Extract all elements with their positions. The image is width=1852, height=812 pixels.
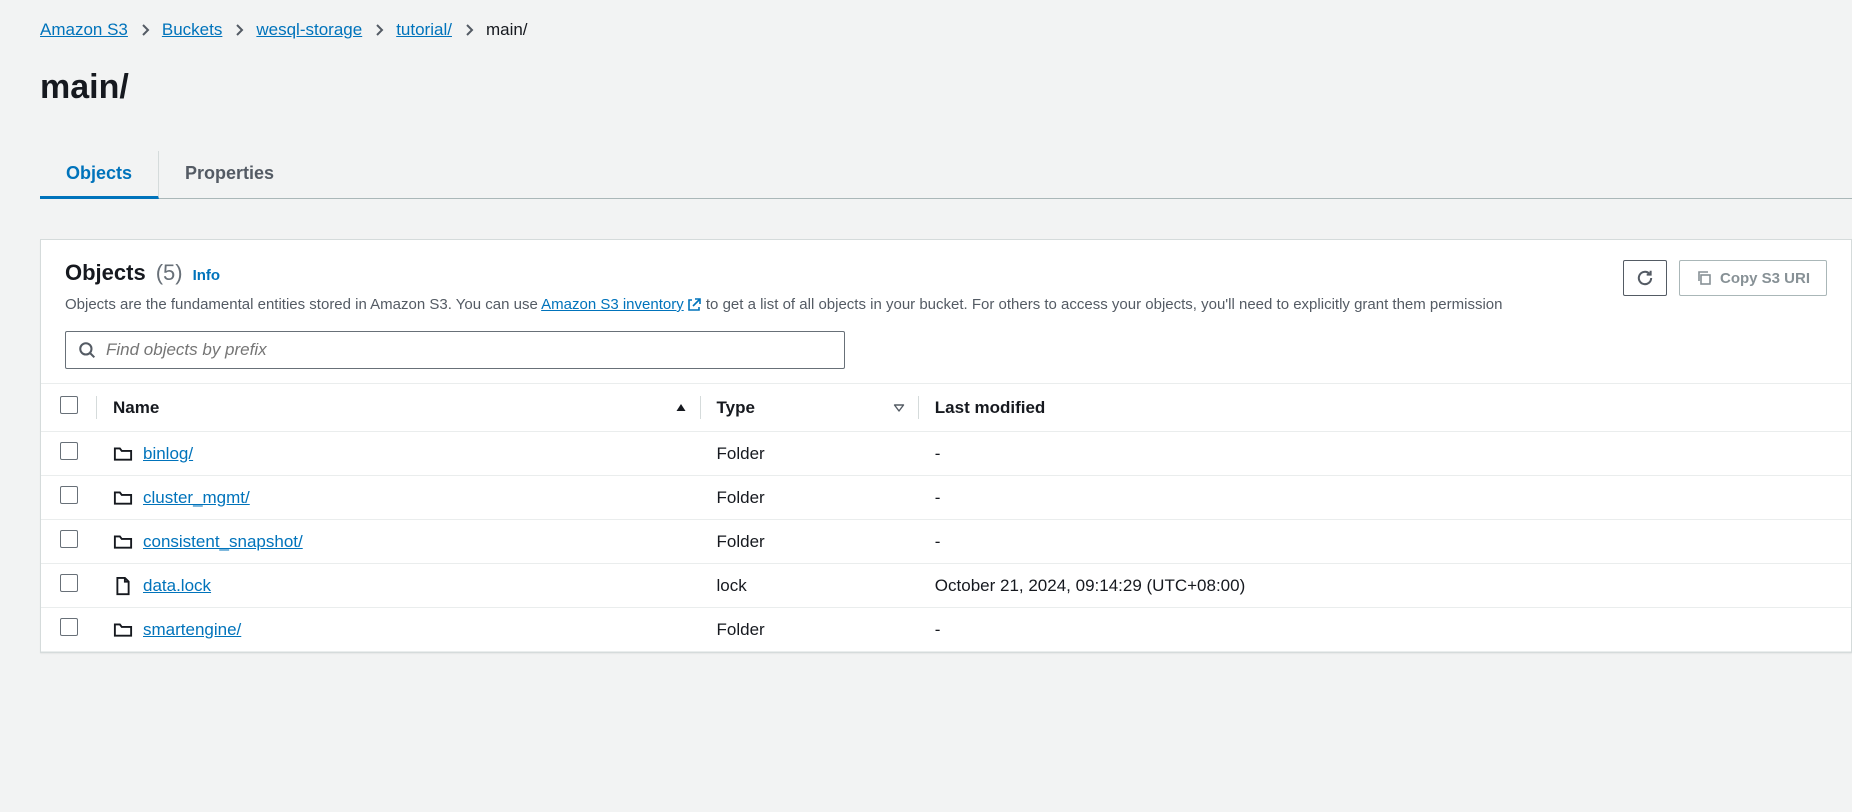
panel-count: (5) (156, 260, 183, 286)
objects-table: Name Type Last modified (41, 383, 1851, 652)
tab-objects[interactable]: Objects (40, 151, 159, 199)
desc-text-prefix: Objects are the fundamental entities sto… (65, 296, 541, 313)
chevron-right-icon (234, 23, 244, 37)
type-cell: Folder (701, 520, 919, 564)
chevron-right-icon (140, 23, 150, 37)
breadcrumb-item[interactable]: wesql-storage (256, 20, 362, 40)
row-checkbox[interactable] (60, 618, 78, 636)
table-row: consistent_snapshot/Folder- (41, 520, 1851, 564)
breadcrumb-item[interactable]: Amazon S3 (40, 20, 128, 40)
tabs: Objects Properties (40, 151, 1852, 199)
copy-s3-uri-button[interactable]: Copy S3 URI (1679, 260, 1827, 296)
select-all-checkbox[interactable] (60, 396, 78, 414)
search-input[interactable] (106, 340, 832, 360)
table-row: cluster_mgmt/Folder- (41, 476, 1851, 520)
type-cell: Folder (701, 608, 919, 652)
objects-panel: Objects (5) Info Objects are the fundame… (40, 239, 1852, 653)
breadcrumb: Amazon S3 Buckets wesql-storage tutorial/ma… (40, 20, 1852, 40)
object-link[interactable]: cluster_mgmt/ (143, 488, 250, 508)
copy-icon (1696, 270, 1712, 286)
column-last-modified[interactable]: Last modified (919, 384, 1851, 432)
folder-icon (113, 444, 133, 464)
column-type[interactable]: Type (701, 384, 919, 432)
type-cell: Folder (701, 432, 919, 476)
sort-asc-icon (675, 402, 687, 414)
last-modified-cell: - (919, 520, 1851, 564)
external-link-icon (686, 297, 702, 313)
breadcrumb-item[interactable]: Buckets (162, 20, 222, 40)
copy-s3-uri-label: Copy S3 URI (1720, 270, 1810, 287)
folder-icon (113, 620, 133, 640)
last-modified-cell: - (919, 608, 1851, 652)
breadcrumb-item: main/ (486, 20, 528, 40)
desc-text-suffix: to get a list of all objects in your buc… (702, 296, 1503, 313)
type-cell: lock (701, 564, 919, 608)
search-box[interactable] (65, 331, 845, 369)
object-link[interactable]: data.lock (143, 576, 211, 596)
last-modified-cell: - (919, 432, 1851, 476)
refresh-button[interactable] (1623, 260, 1667, 296)
type-cell: Folder (701, 476, 919, 520)
panel-description: Objects are the fundamental entities sto… (65, 294, 1623, 315)
sort-icon (893, 402, 905, 414)
object-link[interactable]: smartengine/ (143, 620, 241, 640)
chevron-right-icon (464, 23, 474, 37)
column-name[interactable]: Name (97, 384, 701, 432)
breadcrumb-item[interactable]: tutorial/ (396, 20, 452, 40)
file-icon (113, 576, 133, 596)
row-checkbox[interactable] (60, 530, 78, 548)
table-row: binlog/Folder- (41, 432, 1851, 476)
page-title: main/ (40, 68, 1852, 107)
row-checkbox[interactable] (60, 486, 78, 504)
search-icon (78, 341, 96, 359)
refresh-icon (1636, 269, 1654, 287)
row-checkbox[interactable] (60, 574, 78, 592)
last-modified-cell: October 21, 2024, 09:14:29 (UTC+08:00) (919, 564, 1851, 608)
row-checkbox[interactable] (60, 442, 78, 460)
object-link[interactable]: consistent_snapshot/ (143, 532, 303, 552)
table-row: smartengine/Folder- (41, 608, 1851, 652)
tab-properties[interactable]: Properties (159, 151, 300, 198)
folder-icon (113, 488, 133, 508)
inventory-link[interactable]: Amazon S3 inventory (541, 296, 684, 313)
folder-icon (113, 532, 133, 552)
info-link[interactable]: Info (193, 267, 221, 284)
table-row: data.lock lockOctober 21, 2024, 09:14:29 … (41, 564, 1851, 608)
chevron-right-icon (374, 23, 384, 37)
panel-title: Objects (65, 260, 146, 286)
last-modified-cell: - (919, 476, 1851, 520)
object-link[interactable]: binlog/ (143, 444, 193, 464)
